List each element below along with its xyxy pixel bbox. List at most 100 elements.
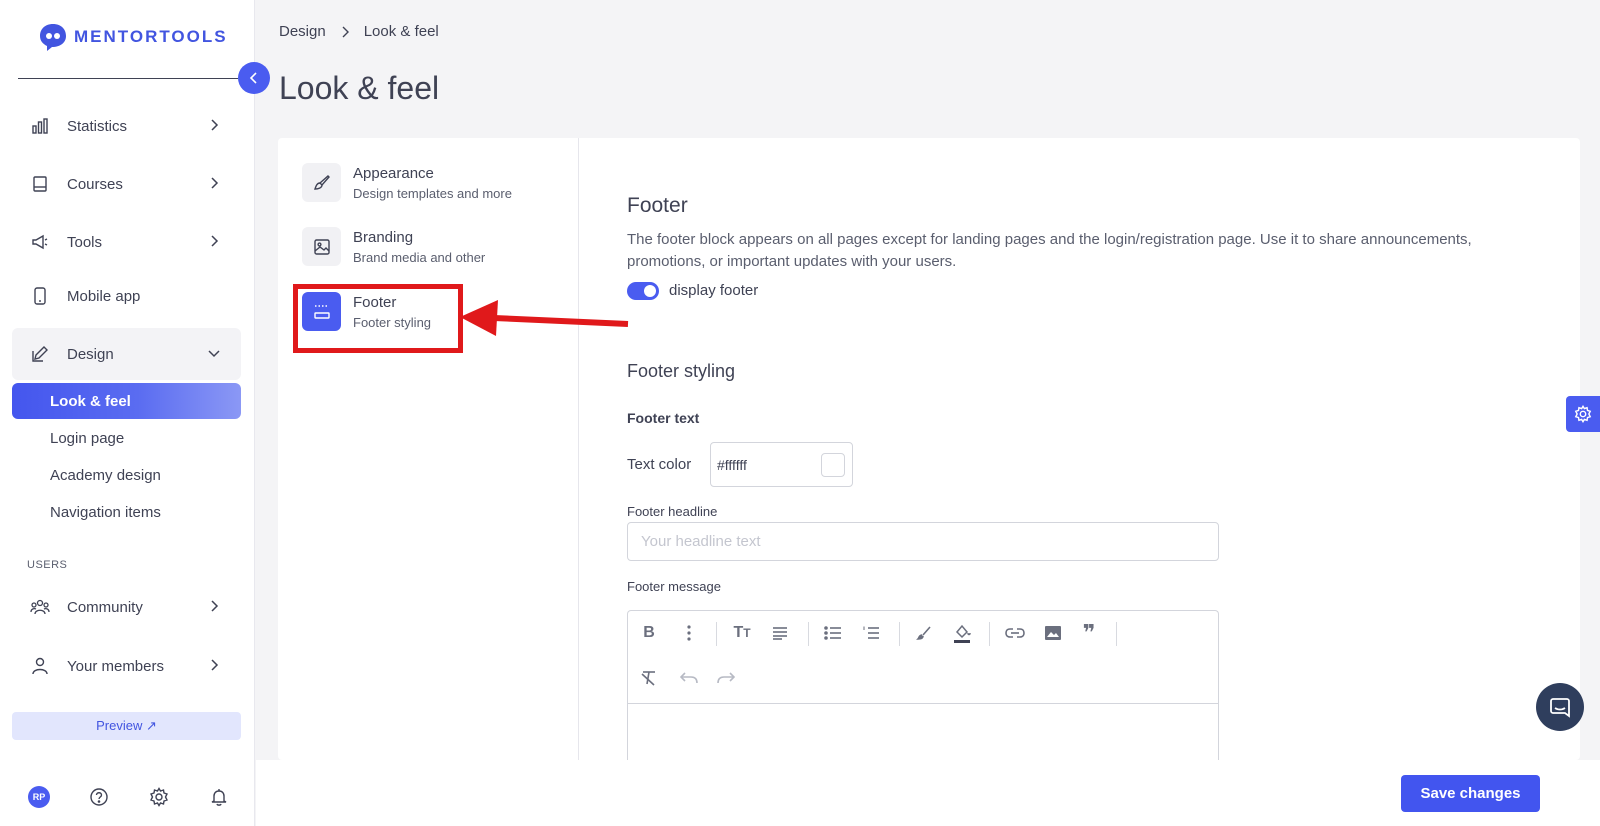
chevron-right-icon (342, 26, 349, 37)
sidebar-item-label: Your members (67, 657, 164, 675)
footer-text-label: Footer text (627, 410, 700, 426)
image-icon[interactable] (1042, 622, 1064, 644)
message-editor[interactable]: B TT ❞ (627, 610, 1219, 760)
settings-tab[interactable] (1566, 396, 1600, 432)
sidebar-item-statistics[interactable]: Statistics (12, 100, 241, 152)
megaphone-icon (30, 232, 50, 252)
logo[interactable]: MENTORTOOLS (38, 22, 228, 52)
toolbar-separator (989, 622, 990, 646)
toolbar-separator (1116, 622, 1117, 646)
sidebar-item-label: Tools (67, 233, 103, 251)
chevron-right-icon (211, 119, 219, 131)
bold-icon[interactable]: B (638, 622, 660, 644)
subnav-subtitle: Brand media and other (353, 249, 486, 265)
gear-icon (1574, 405, 1592, 423)
arrow-annotation (460, 300, 629, 336)
more-vertical-icon[interactable] (678, 622, 700, 644)
divider (578, 138, 579, 760)
divider (18, 78, 238, 79)
bar-chart-icon (30, 116, 50, 136)
subnav-subtitle: Design templates and more (353, 185, 512, 201)
toolbar-separator (899, 622, 900, 646)
sidebar-item-label: Design (67, 345, 114, 363)
chevron-down-icon (208, 350, 220, 358)
fill-color-icon[interactable] (951, 622, 973, 644)
headline-input[interactable] (627, 522, 1219, 561)
breadcrumb-parent[interactable]: Design (279, 23, 326, 40)
chevron-left-icon (249, 72, 257, 84)
collapse-sidebar-button[interactable] (238, 62, 270, 94)
sidebar-item-your-members[interactable]: Your members (12, 640, 241, 692)
subsection-title: Footer styling (627, 361, 736, 381)
bell-icon[interactable] (208, 786, 230, 808)
text-color-label: Text color (627, 456, 692, 473)
sidebar-item-label: Mobile app (67, 287, 141, 305)
logo-text: MENTORTOOLS (74, 27, 228, 46)
chevron-right-icon (211, 235, 219, 247)
image-icon (302, 227, 341, 266)
users-section-label: USERS (27, 559, 68, 571)
toggle-label: display footer (669, 282, 759, 299)
sidebar-subitem-look-and-feel[interactable]: Look & feel (12, 383, 241, 419)
breadcrumb: Design Look & feel (279, 23, 439, 40)
sidebar-item-community[interactable]: Community (12, 581, 241, 633)
editor-toolbar: B TT ❞ (628, 611, 1218, 704)
quote-icon[interactable]: ❞ (1078, 622, 1100, 644)
sidebar-item-design[interactable]: Design (12, 328, 241, 380)
sidebar-item-label: Statistics (67, 117, 128, 135)
redo-icon[interactable] (715, 667, 737, 689)
subnav-title: Appearance (353, 164, 434, 182)
color-swatch[interactable] (821, 453, 845, 477)
undo-icon[interactable] (678, 667, 700, 689)
chat-icon (1550, 698, 1570, 718)
toolbar-separator (716, 622, 717, 646)
edit-icon (30, 344, 50, 364)
toolbar-separator (808, 622, 809, 646)
headline-label: Footer headline (627, 504, 718, 519)
section-description: The footer block appears on all pages ex… (627, 231, 1472, 270)
save-button[interactable]: Save changes (1401, 775, 1540, 812)
display-footer-toggle[interactable] (627, 282, 659, 300)
highlight-box (293, 284, 463, 353)
subnav-item-branding[interactable]: Branding Brand media and other (302, 227, 485, 266)
user-icon (30, 656, 50, 676)
text-color-value: #ffffff (717, 456, 747, 473)
gear-icon[interactable] (148, 786, 170, 808)
help-icon[interactable] (88, 786, 110, 808)
clear-format-icon[interactable] (638, 667, 660, 689)
sidebar-subitem-navigation-items[interactable]: Navigation items (12, 494, 241, 530)
brush-icon (302, 163, 341, 202)
sidebar-item-label: Community (67, 598, 143, 616)
chat-button[interactable] (1536, 683, 1584, 731)
community-icon (30, 597, 50, 617)
page-title: Look & feel (279, 70, 440, 106)
brush-icon[interactable] (913, 622, 935, 644)
link-icon[interactable] (1004, 622, 1026, 644)
sidebar-item-tools[interactable]: Tools (12, 216, 241, 268)
sidebar: MENTORTOOLS Statistics Courses Tools Mob… (0, 0, 255, 826)
subnav-item-appearance[interactable]: Appearance Design templates and more (302, 163, 512, 202)
preview-button[interactable]: Preview ↗ (12, 712, 241, 740)
chevron-right-icon (211, 659, 219, 671)
section-title: Footer (627, 194, 688, 217)
bullet-list-icon[interactable] (822, 622, 844, 644)
sidebar-item-mobile-app[interactable]: Mobile app (12, 270, 241, 322)
sidebar-subitem-academy-design[interactable]: Academy design (12, 457, 241, 493)
align-icon[interactable] (769, 622, 791, 644)
sidebar-subitem-login-page[interactable]: Login page (12, 420, 241, 456)
text-color-field[interactable]: #ffffff (710, 442, 853, 487)
logo-icon (40, 24, 66, 51)
sidebar-item-label: Courses (67, 175, 123, 193)
bottom-action-bar (256, 760, 1600, 826)
sidebar-item-courses[interactable]: Courses (12, 158, 241, 210)
chevron-right-icon (211, 600, 219, 612)
book-icon (30, 174, 50, 194)
sidebar-footer-icons: RP (28, 786, 230, 808)
numbered-list-icon[interactable] (860, 622, 882, 644)
message-label: Footer message (627, 579, 721, 594)
avatar[interactable]: RP (28, 786, 50, 808)
text-size-icon[interactable]: TT (731, 622, 753, 644)
chevron-right-icon (211, 177, 219, 189)
subnav-title: Branding (353, 228, 414, 246)
phone-icon (30, 286, 50, 306)
